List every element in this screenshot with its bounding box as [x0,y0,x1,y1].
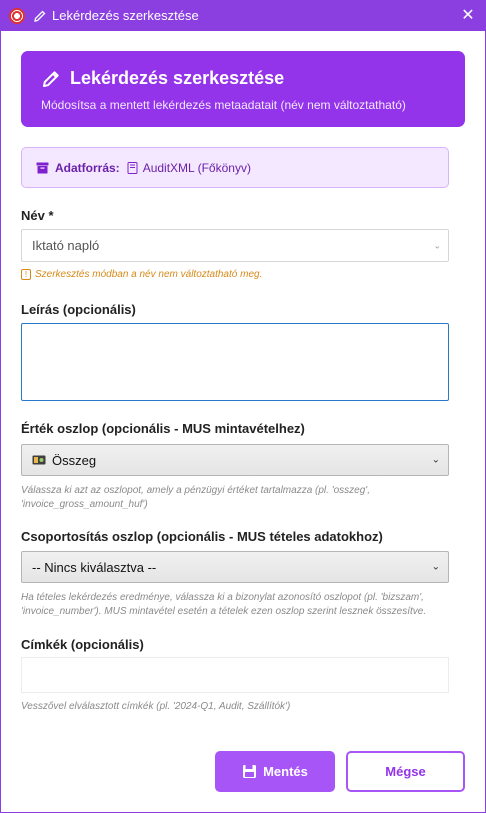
app-logo-icon [9,7,25,24]
name-warning-text: Szerkesztés módban a név nem változtatha… [35,269,263,280]
name-value: Iktató napló [32,238,100,253]
value-column-label: Érték oszlop (opcionális - MUS mintavéte… [21,421,305,436]
close-button[interactable]: ✕ [458,5,478,25]
chevron-down-icon: ⌄ [433,240,441,250]
value-column-hint-line2: 'invoice_gross_amount_huf') [21,499,148,510]
cancel-button-label: Mégse [385,764,426,779]
chevron-down-icon: ⌄ [431,561,440,573]
pencil-icon [43,70,59,87]
value-column-hint-line1: Válassza ki azt az oszlopot, amely a pén… [21,485,370,496]
chevron-down-icon: ⌄ [431,454,440,466]
archive-box-icon [36,162,49,173]
group-column-label: Csoportosítás oszlop (opcionális - MUS t… [21,529,383,544]
group-column-selected: -- Nincs kiválasztva -- [32,559,157,575]
tags-input[interactable] [21,657,449,693]
floppy-disk-icon [243,765,257,778]
window-title: Lekérdezés szerkesztése [52,8,199,23]
money-icon [32,455,46,465]
datasource-value: AuditXML (Főkönyv) [142,160,251,175]
cancel-button[interactable]: Mégse [346,751,465,792]
book-icon [127,161,138,174]
value-column-hint: Válassza ki azt az oszlopot, amely a pén… [21,484,370,512]
group-column-hint-line1: Ha tételes lekérdezés eredménye, válassz… [21,592,424,603]
value-column-selected: Összeg [52,452,97,468]
description-textarea[interactable] [21,323,449,401]
group-column-hint-line2: 'invoice_number'). MUS mintavétel esetén… [21,606,427,617]
warning-icon: ! [21,269,31,280]
save-button[interactable]: Mentés [215,751,335,792]
group-column-select[interactable]: -- Nincs kiválasztva -- ⌄ [21,551,449,583]
tags-hint: Vesszővel elválasztott címkék (pl. '2024… [21,701,291,712]
pencil-icon [33,9,47,23]
save-button-label: Mentés [263,764,308,779]
name-readonly-warning: ! Szerkesztés módban a név nem változtat… [21,269,262,280]
name-field: Iktató napló ⌄ [21,229,449,262]
description-label: Leírás (opcionális) [21,302,136,317]
header-title-row: Lekérdezés szerkesztése [41,68,284,89]
name-label: Név * [21,208,54,223]
header-subtitle: Módosítsa a mentett lekérdezés metaadata… [41,98,406,112]
datasource-panel: Adatforrás: AuditXML (Főkönyv) [21,147,449,188]
tags-label: Címkék (opcionális) [21,637,144,652]
group-column-hint: Ha tételes lekérdezés eredménye, válassz… [21,591,426,619]
window-titlebar: Lekérdezés szerkesztése ✕ [0,0,486,31]
header-title: Lekérdezés szerkesztése [70,68,285,88]
datasource-label: Adatforrás: [55,160,120,175]
value-column-select[interactable]: Összeg ⌄ [21,444,449,476]
header-card: Lekérdezés szerkesztése Módosítsa a ment… [21,51,465,127]
